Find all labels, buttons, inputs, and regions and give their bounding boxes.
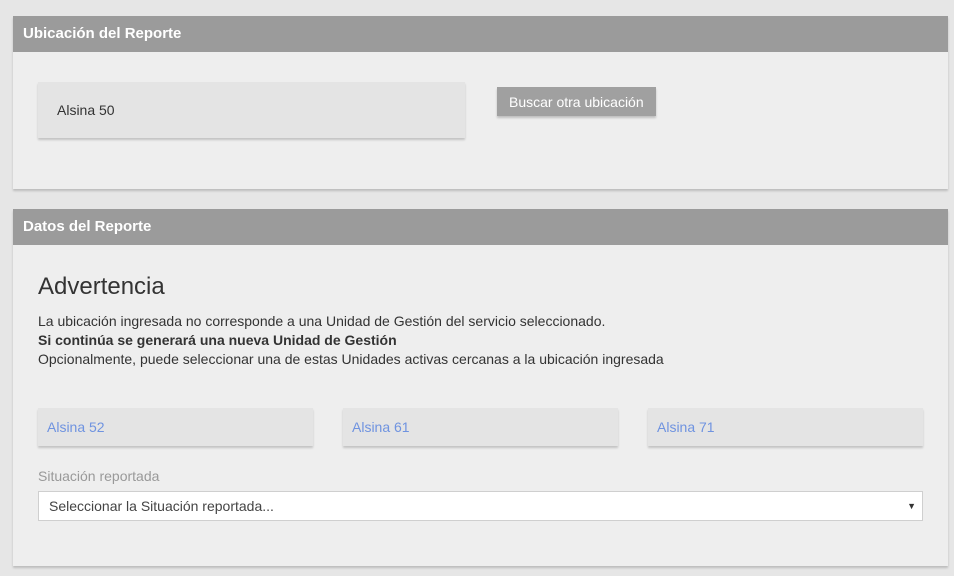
chevron-down-icon: ▼ bbox=[907, 501, 916, 511]
warning-title: Advertencia bbox=[38, 273, 165, 300]
location-panel-header: Ubicación del Reporte bbox=[13, 16, 948, 52]
warning-line-3: Opcionalmente, puede seleccionar una de … bbox=[38, 351, 664, 367]
situation-label: Situación reportada bbox=[38, 468, 160, 484]
search-other-location-button[interactable]: Buscar otra ubicación bbox=[497, 87, 656, 116]
location-panel: Ubicación del Reporte Alsina 50 Buscar o… bbox=[13, 16, 948, 189]
situation-select[interactable]: Seleccionar la Situación reportada... ▼ bbox=[38, 491, 923, 521]
nearby-unit-alsina-52[interactable]: Alsina 52 bbox=[38, 408, 313, 446]
nearby-unit-alsina-61[interactable]: Alsina 61 bbox=[343, 408, 618, 446]
warning-message: La ubicación ingresada no corresponde a … bbox=[38, 312, 918, 369]
warning-line-2: Si continúa se generará una nueva Unidad… bbox=[38, 332, 397, 348]
nearby-unit-alsina-71[interactable]: Alsina 71 bbox=[648, 408, 923, 446]
situation-select-value: Seleccionar la Situación reportada... bbox=[49, 498, 274, 514]
current-location-field: Alsina 50 bbox=[38, 82, 465, 138]
report-data-panel-header: Datos del Reporte bbox=[13, 209, 948, 245]
warning-line-1: La ubicación ingresada no corresponde a … bbox=[38, 313, 606, 329]
report-data-panel: Datos del Reporte Advertencia La ubicaci… bbox=[13, 209, 948, 566]
